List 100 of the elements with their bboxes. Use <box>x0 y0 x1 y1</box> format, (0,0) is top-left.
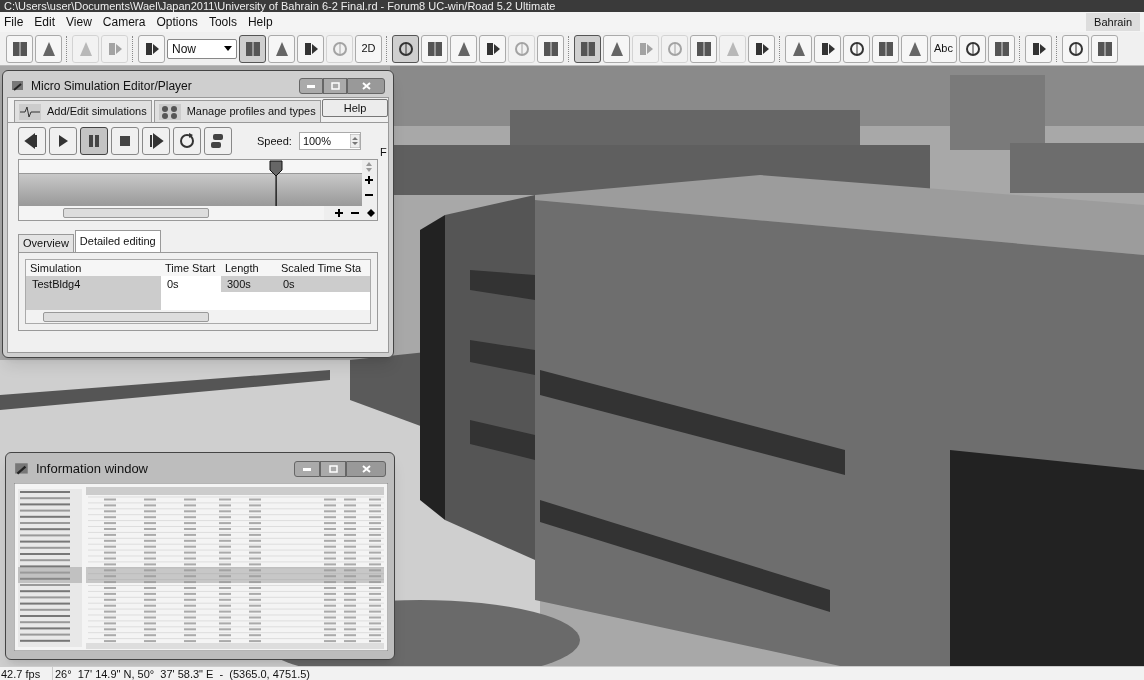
toolbar-button[interactable] <box>6 34 33 63</box>
close-icon <box>361 82 371 90</box>
tab[interactable]: Add/Edit simulations <box>14 100 152 122</box>
column-header[interactable]: Simulation <box>26 260 161 277</box>
tool-icon <box>847 39 866 58</box>
minimize-icon <box>307 84 315 88</box>
toolbar-button[interactable] <box>1062 34 1089 63</box>
toolbar-button[interactable] <box>574 34 601 63</box>
location-label: Bahrain <box>1086 13 1140 31</box>
toolbar-button[interactable] <box>988 34 1015 63</box>
minimize-icon <box>303 467 311 471</box>
toolbar-button[interactable] <box>748 34 775 63</box>
column-header[interactable]: Time Start <box>161 260 221 277</box>
maximize-icon <box>330 82 340 90</box>
window-title: Information window <box>36 460 148 479</box>
toolbar-button[interactable] <box>901 34 928 63</box>
scrollbar-thumb[interactable] <box>43 311 209 322</box>
tool-icon <box>1066 39 1085 58</box>
player-button[interactable] <box>204 127 232 155</box>
toolbar-button[interactable] <box>392 34 419 63</box>
zoom-in-icon[interactable] <box>365 176 373 184</box>
toolbar-button[interactable] <box>421 34 448 63</box>
tool-icon <box>10 39 29 58</box>
app-window-icon <box>14 461 30 477</box>
menu-item[interactable]: Help <box>247 13 273 31</box>
toolbar-button[interactable] <box>959 34 986 63</box>
horizontal-scrollbar[interactable] <box>26 310 370 323</box>
player-button[interactable] <box>49 127 77 155</box>
tab[interactable]: Detailed editing <box>74 230 161 252</box>
tab[interactable]: Manage profiles and types <box>153 100 321 122</box>
toolbar-button[interactable] <box>537 34 564 63</box>
help-button[interactable]: Help <box>322 99 388 117</box>
close-button[interactable] <box>347 78 385 94</box>
toolbar-button[interactable] <box>268 34 295 63</box>
playhead-marker-icon <box>269 160 284 206</box>
speed-label: Speed: <box>257 133 292 149</box>
toolbar-button[interactable]: Abc <box>930 34 957 63</box>
menu-item[interactable]: File <box>4 13 24 31</box>
tool-icon <box>665 39 684 58</box>
toolbar-button[interactable] <box>785 34 812 63</box>
scrollbar-thumb[interactable] <box>63 208 209 218</box>
tool-icon <box>963 39 982 58</box>
player-button[interactable] <box>142 127 170 155</box>
player-button[interactable] <box>111 127 139 155</box>
horizontal-scrollbar[interactable] <box>19 206 324 220</box>
toolbar-button[interactable] <box>1025 34 1052 63</box>
minimize-button[interactable] <box>294 461 320 477</box>
coordinates-label: 26° 17' 14.9" N, 50° 37' 58.3" E - (5365.0, 4751.5) <box>52 666 311 680</box>
tool-icon <box>541 39 560 58</box>
fps-label: 42.7 fps <box>0 666 42 680</box>
toolbar-button[interactable] <box>450 34 477 63</box>
toolbar-button[interactable] <box>690 34 717 63</box>
maximize-button[interactable] <box>320 461 346 477</box>
player-button[interactable] <box>80 127 108 155</box>
tool-icon <box>578 39 597 58</box>
tool-icon <box>876 39 895 58</box>
menu-item[interactable]: View <box>66 13 92 31</box>
toolbar-button[interactable] <box>138 34 165 63</box>
maximize-button[interactable] <box>323 78 347 94</box>
zoom-in-icon[interactable] <box>335 209 343 217</box>
tool-icon <box>243 39 262 58</box>
tool-icon <box>330 39 349 58</box>
toolbar-button[interactable] <box>603 34 630 63</box>
toolbar-button[interactable] <box>814 34 841 63</box>
loop-icon <box>177 131 197 151</box>
timeline-playhead[interactable] <box>269 160 284 206</box>
tool-icon <box>425 39 444 58</box>
caret-icon <box>224 46 232 51</box>
close-button[interactable] <box>346 461 386 477</box>
toolbar-button[interactable] <box>1091 34 1118 63</box>
player-button[interactable] <box>18 127 46 155</box>
minimize-button[interactable] <box>299 78 323 94</box>
toolbar-button[interactable] <box>35 34 62 63</box>
toolbar-button[interactable] <box>479 34 506 63</box>
menu-item[interactable]: Tools <box>208 13 237 31</box>
speed-field[interactable]: 100% <box>298 132 361 150</box>
tab[interactable]: Overview <box>18 234 74 252</box>
toolbar-button[interactable] <box>239 34 266 63</box>
column-header[interactable]: Length <box>221 260 277 277</box>
menu-item[interactable]: Edit <box>34 13 56 31</box>
app-window-icon <box>11 79 25 93</box>
toolbar-button[interactable]: 2D <box>355 34 382 63</box>
tool-icon <box>512 39 531 58</box>
player-button[interactable] <box>173 127 201 155</box>
tool-icon <box>694 39 713 58</box>
menu-item[interactable]: Options <box>156 13 198 31</box>
toolbar-button[interactable] <box>872 34 899 63</box>
column-header[interactable]: Scaled Time Sta <box>277 260 370 277</box>
waveform-icon <box>19 103 41 120</box>
close-icon <box>361 465 371 473</box>
cut-off-label: F <box>380 145 387 160</box>
table-cell: TestBldg4 <box>26 276 161 292</box>
menu-item[interactable]: Camera <box>102 13 146 31</box>
toolbar-button[interactable] <box>843 34 870 63</box>
tool-icon <box>992 39 1011 58</box>
time-dropdown[interactable]: Now <box>167 38 237 59</box>
fit-icon[interactable] <box>367 209 375 217</box>
spinner-icon[interactable] <box>349 134 360 148</box>
window-title: Micro Simulation Editor/Player <box>31 78 192 95</box>
toolbar-button[interactable] <box>297 34 324 63</box>
